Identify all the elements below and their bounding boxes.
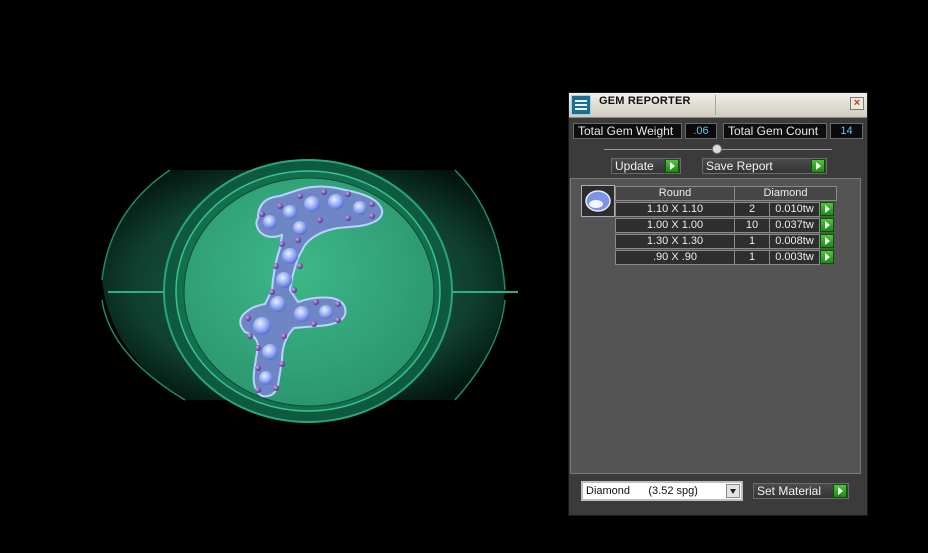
play-arrow-icon[interactable] — [820, 234, 834, 248]
update-button-label: Update — [615, 159, 654, 173]
gem-list-area: Round Diamond 1.10 X 1.10 2 0.010tw 1.00… — [570, 178, 861, 474]
row-weight: 0.037tw — [769, 218, 820, 233]
row-weight: 0.008tw — [769, 234, 820, 249]
play-arrow-icon[interactable] — [820, 202, 834, 216]
play-arrow-icon[interactable] — [820, 218, 834, 232]
row-weight: 0.010tw — [769, 202, 820, 217]
title-divider — [715, 95, 716, 115]
row-size: .90 X .90 — [615, 250, 735, 265]
total-gem-weight-value: .06 — [685, 123, 717, 139]
3d-viewport[interactable] — [0, 0, 565, 553]
total-gem-count-label: Total Gem Count — [723, 123, 827, 139]
update-button[interactable]: Update — [611, 158, 681, 174]
set-material-button-label: Set Material — [757, 484, 822, 498]
row-size: 1.00 X 1.00 — [615, 218, 735, 233]
row-count: 10 — [734, 218, 770, 233]
gem-reporter-panel: GEM REPORTER × Total Gem Weight .06 Tota… — [568, 92, 868, 516]
table-header-shape: Round — [615, 186, 735, 201]
play-arrow-icon — [665, 159, 679, 173]
panel-title: GEM REPORTER — [599, 95, 691, 107]
row-count: 2 — [734, 202, 770, 217]
set-material-button[interactable]: Set Material — [753, 483, 849, 499]
save-report-button-label: Save Report — [706, 159, 773, 173]
total-gem-count-value: 14 — [830, 123, 863, 139]
row-count: 1 — [734, 250, 770, 265]
panel-titlebar[interactable]: GEM REPORTER × — [569, 93, 867, 118]
table-header-material: Diamond — [734, 186, 837, 201]
material-select-value: Diamond (3.52 spg) — [586, 485, 698, 497]
row-size: 1.30 X 1.30 — [615, 234, 735, 249]
total-gem-weight-label: Total Gem Weight — [573, 123, 682, 139]
signet-ring-render — [101, 159, 518, 423]
play-arrow-icon — [811, 159, 825, 173]
row-weight: 0.003tw — [769, 250, 820, 265]
play-arrow-icon — [833, 484, 847, 498]
round-gem-icon[interactable] — [581, 185, 615, 217]
row-size: 1.10 X 1.10 — [615, 202, 735, 217]
row-count: 1 — [734, 234, 770, 249]
close-icon[interactable]: × — [850, 97, 864, 110]
material-select[interactable]: Diamond (3.52 spg) — [581, 481, 743, 501]
gem-reporter-icon — [571, 95, 591, 115]
slider-handle[interactable] — [712, 144, 722, 154]
chevron-down-icon[interactable] — [726, 484, 740, 498]
save-report-button[interactable]: Save Report — [702, 158, 827, 174]
play-arrow-icon[interactable] — [820, 250, 834, 264]
gem-thumb-graphic — [585, 190, 611, 212]
